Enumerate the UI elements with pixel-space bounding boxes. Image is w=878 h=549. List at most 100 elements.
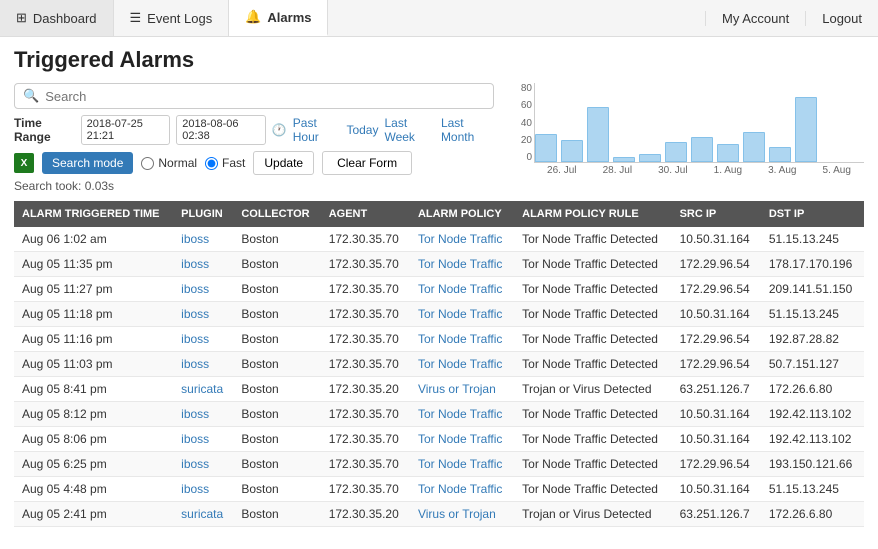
table-row[interactable]: Aug 05 11:27 pmibossBoston172.30.35.70To… — [14, 277, 864, 302]
table-cell: Aug 05 8:12 pm — [14, 402, 173, 427]
update-button[interactable]: Update — [253, 151, 314, 175]
time-range-label: Time Range — [14, 116, 75, 144]
chart-x-label-5: 5. Aug — [823, 165, 851, 176]
table-cell: Tor Node Traffic Detected — [514, 327, 671, 352]
chart-bar-4 — [639, 154, 661, 162]
alarm-policy-link[interactable]: Tor Node Traffic — [410, 427, 514, 452]
time-link-last-month[interactable]: Last Month — [441, 116, 494, 144]
table-row[interactable]: Aug 05 6:25 pmibossBoston172.30.35.70Tor… — [14, 452, 864, 477]
plugin-link[interactable]: iboss — [173, 477, 233, 502]
table-cell: 209.141.51.150 — [761, 277, 864, 302]
plugin-link[interactable]: iboss — [173, 452, 233, 477]
table-cell: Tor Node Traffic Detected — [514, 302, 671, 327]
table-cell: Boston — [233, 252, 320, 277]
nav-item-logout[interactable]: Logout — [805, 11, 878, 26]
table-cell: 51.15.13.245 — [761, 302, 864, 327]
plugin-link[interactable]: iboss — [173, 277, 233, 302]
chart-bar-6 — [691, 137, 713, 162]
plugin-link[interactable]: suricata — [173, 502, 233, 527]
plugin-link[interactable]: suricata — [173, 377, 233, 402]
clear-form-button[interactable]: Clear Form — [322, 151, 412, 175]
table-cell: Tor Node Traffic Detected — [514, 252, 671, 277]
search-input-row[interactable]: 🔍 — [14, 83, 494, 109]
table-row[interactable]: Aug 05 2:41 pmsuricataBoston172.30.35.20… — [14, 502, 864, 527]
nav-label-dashboard: Dashboard — [33, 11, 97, 26]
table-row[interactable]: Aug 05 11:35 pmibossBoston172.30.35.70To… — [14, 252, 864, 277]
chart-x-label-3: 1. Aug — [714, 165, 742, 176]
page-title: Triggered Alarms — [14, 47, 864, 73]
table-cell: 10.50.31.164 — [672, 227, 761, 252]
table-row[interactable]: Aug 05 8:06 pmibossBoston172.30.35.70Tor… — [14, 427, 864, 452]
alarm-policy-link[interactable]: Virus or Trojan — [410, 377, 514, 402]
nav-item-my-account[interactable]: My Account — [705, 11, 805, 26]
search-input[interactable] — [45, 89, 485, 104]
plugin-link[interactable]: iboss — [173, 427, 233, 452]
table-row[interactable]: Aug 05 8:12 pmibossBoston172.30.35.70Tor… — [14, 402, 864, 427]
search-panel: 🔍 Time Range 2018-07-25 21:21 2018-08-06… — [14, 83, 494, 193]
plugin-link[interactable]: iboss — [173, 252, 233, 277]
table-cell: Tor Node Traffic Detected — [514, 277, 671, 302]
table-cell: 50.7.151.127 — [761, 352, 864, 377]
table-row[interactable]: Aug 05 11:18 pmibossBoston172.30.35.70To… — [14, 302, 864, 327]
radio-normal-label[interactable]: Normal — [141, 156, 197, 170]
table-cell: Boston — [233, 452, 320, 477]
alarm-policy-link[interactable]: Tor Node Traffic — [410, 277, 514, 302]
alarm-policy-link[interactable]: Tor Node Traffic — [410, 227, 514, 252]
table-row[interactable]: Aug 05 8:41 pmsuricataBoston172.30.35.20… — [14, 377, 864, 402]
chart-bar-10 — [795, 97, 817, 162]
table-cell: Aug 05 2:41 pm — [14, 502, 173, 527]
radio-fast-label[interactable]: Fast — [205, 156, 245, 170]
table-col-header-4: ALARM POLICY — [410, 201, 514, 227]
alarm-policy-link[interactable]: Tor Node Traffic — [410, 252, 514, 277]
time-to[interactable]: 2018-08-06 02:38 — [176, 115, 266, 145]
table-cell: 172.29.96.54 — [672, 452, 761, 477]
table-row[interactable]: Aug 05 11:03 pmibossBoston172.30.35.70To… — [14, 352, 864, 377]
table-cell: 193.150.121.66 — [761, 452, 864, 477]
search-icon: 🔍 — [23, 88, 39, 104]
alarm-policy-link[interactable]: Tor Node Traffic — [410, 327, 514, 352]
radio-fast[interactable] — [205, 157, 218, 170]
radio-normal[interactable] — [141, 157, 154, 170]
plugin-link[interactable]: iboss — [173, 402, 233, 427]
table-cell: 10.50.31.164 — [672, 302, 761, 327]
table-row[interactable]: Aug 06 1:02 amibossBoston172.30.35.70Tor… — [14, 227, 864, 252]
table-cell: Aug 05 11:16 pm — [14, 327, 173, 352]
nav-item-alarms[interactable]: 🔔 Alarms — [229, 0, 328, 36]
nav-item-event-logs[interactable]: ☰ Event Logs — [114, 0, 230, 36]
alarm-policy-link[interactable]: Tor Node Traffic — [410, 452, 514, 477]
plugin-link[interactable]: iboss — [173, 327, 233, 352]
nav-item-dashboard[interactable]: ⊞ Dashboard — [0, 0, 114, 36]
alarm-policy-link[interactable]: Tor Node Traffic — [410, 477, 514, 502]
table-row[interactable]: Aug 05 11:16 pmibossBoston172.30.35.70To… — [14, 327, 864, 352]
table-row[interactable]: Aug 05 4:48 pmibossBoston172.30.35.70Tor… — [14, 477, 864, 502]
table-header: ALARM TRIGGERED TIMEPLUGINCOLLECTORAGENT… — [14, 201, 864, 227]
table-cell: Boston — [233, 477, 320, 502]
chart-bars — [534, 83, 864, 163]
table-cell: 178.17.170.196 — [761, 252, 864, 277]
chart-x-label-2: 30. Jul — [658, 165, 687, 176]
plugin-link[interactable]: iboss — [173, 352, 233, 377]
plugin-link[interactable]: iboss — [173, 227, 233, 252]
chart-panel: 80 60 40 20 0 26. Jul28. Jul30. Jul1. Au… — [504, 83, 864, 183]
time-link-today[interactable]: Today — [346, 123, 378, 137]
chart-y-labels: 80 60 40 20 0 — [504, 83, 532, 163]
time-from[interactable]: 2018-07-25 21:21 — [81, 115, 171, 145]
alarm-policy-link[interactable]: Tor Node Traffic — [410, 402, 514, 427]
alarm-policy-link[interactable]: Virus or Trojan — [410, 502, 514, 527]
normal-label: Normal — [158, 156, 197, 170]
table-cell: 10.50.31.164 — [672, 402, 761, 427]
table-col-header-2: COLLECTOR — [233, 201, 320, 227]
fast-label: Fast — [222, 156, 245, 170]
plugin-link[interactable]: iboss — [173, 302, 233, 327]
time-link-last-week[interactable]: Last Week — [384, 116, 434, 144]
controls-row: X Search mode Normal Fast Update Clear F… — [14, 151, 494, 175]
alarm-policy-link[interactable]: Tor Node Traffic — [410, 302, 514, 327]
table-cell: Aug 05 4:48 pm — [14, 477, 173, 502]
alarm-policy-link[interactable]: Tor Node Traffic — [410, 352, 514, 377]
time-link-past-hour[interactable]: Past Hour — [293, 116, 341, 144]
table-cell: Boston — [233, 352, 320, 377]
time-range-row: Time Range 2018-07-25 21:21 2018-08-06 0… — [14, 115, 494, 145]
search-mode-button[interactable]: Search mode — [42, 152, 133, 174]
y-label-60: 60 — [504, 100, 532, 111]
excel-export-button[interactable]: X — [14, 153, 34, 173]
